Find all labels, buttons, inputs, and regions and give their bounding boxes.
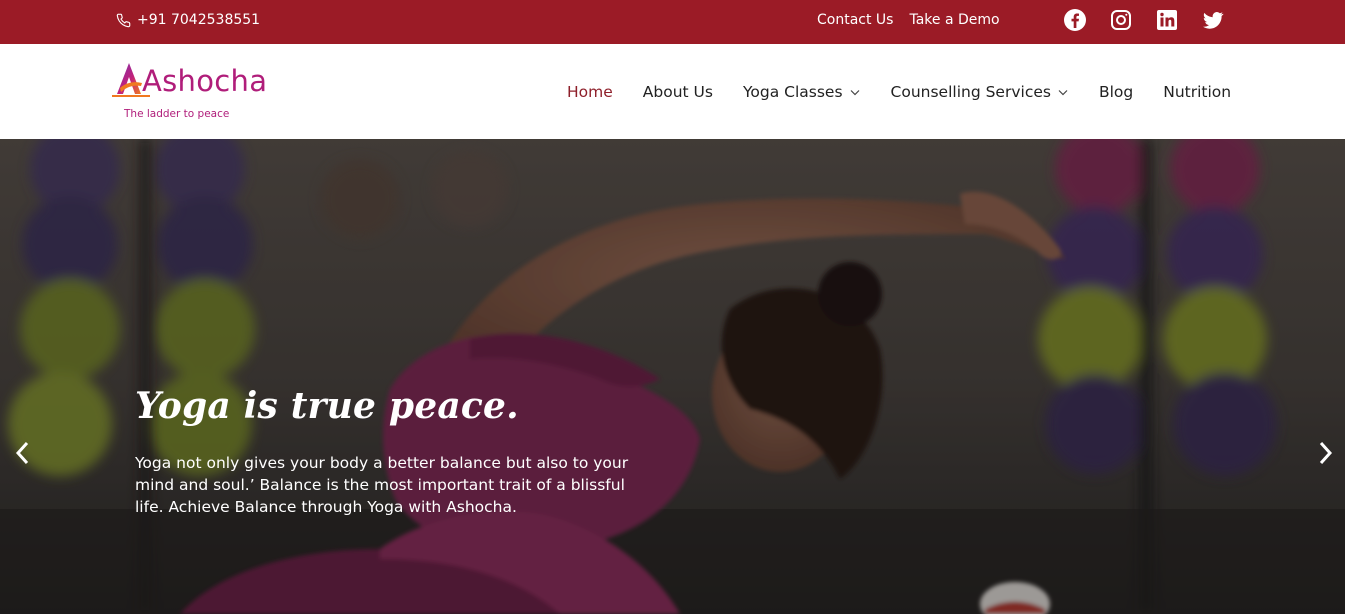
instagram-icon[interactable] xyxy=(1109,8,1133,32)
nav-counselling-services[interactable]: Counselling Services xyxy=(891,83,1069,101)
top-links: Contact Us Take a Demo xyxy=(817,0,1000,40)
nav-yoga-classes[interactable]: Yoga Classes xyxy=(743,83,861,101)
phone-number: +91 7042538551 xyxy=(137,12,261,28)
chevron-down-icon xyxy=(850,89,859,95)
chevron-right-icon xyxy=(1319,441,1333,465)
chevron-left-icon xyxy=(15,441,29,465)
nav-label: Nutrition xyxy=(1163,82,1232,101)
contact-us-link[interactable]: Contact Us xyxy=(817,12,893,28)
slider-prev-button[interactable] xyxy=(10,439,34,467)
nav-label: Counselling Services xyxy=(890,82,1051,101)
facebook-icon[interactable] xyxy=(1063,8,1087,32)
nav-about-us[interactable]: About Us xyxy=(643,83,713,101)
hero-description: Yoga not only gives your body a better b… xyxy=(135,454,629,516)
hero-slider: Yoga is true peace. Yoga not only gives … xyxy=(0,139,1345,614)
phone-icon xyxy=(116,13,131,27)
nav-home[interactable]: Home xyxy=(567,83,613,101)
nav-blog[interactable]: Blog xyxy=(1099,83,1133,101)
nav-nutrition[interactable]: Nutrition xyxy=(1163,83,1231,101)
top-bar: +91 7042538551 Contact Us Take a Demo xyxy=(0,0,1345,44)
logo-tagline: The ladder to peace xyxy=(124,108,230,120)
main-header: Ashocha The ladder to peace Home About U… xyxy=(0,44,1345,139)
twitter-icon[interactable] xyxy=(1201,8,1225,32)
nav-label: Yoga Classes xyxy=(742,82,843,101)
nav-label: Home xyxy=(567,82,613,101)
hero-title: Yoga is true peace. xyxy=(135,385,519,427)
hero-background-image xyxy=(0,139,1345,614)
nav-label: Blog xyxy=(1098,82,1134,101)
site-logo[interactable]: Ashocha The ladder to peace xyxy=(110,59,267,125)
linkedin-icon[interactable] xyxy=(1155,8,1179,32)
social-links xyxy=(1063,8,1225,32)
chevron-down-icon xyxy=(1058,89,1068,95)
slider-next-button[interactable] xyxy=(1314,439,1338,467)
main-navigation: Home About Us Yoga Classes Counselling S… xyxy=(567,44,1231,139)
phone-contact[interactable]: +91 7042538551 xyxy=(116,0,260,40)
take-a-demo-link[interactable]: Take a Demo xyxy=(909,12,999,28)
nav-label: About Us xyxy=(642,82,713,101)
logo-text: Ashocha xyxy=(142,64,268,98)
